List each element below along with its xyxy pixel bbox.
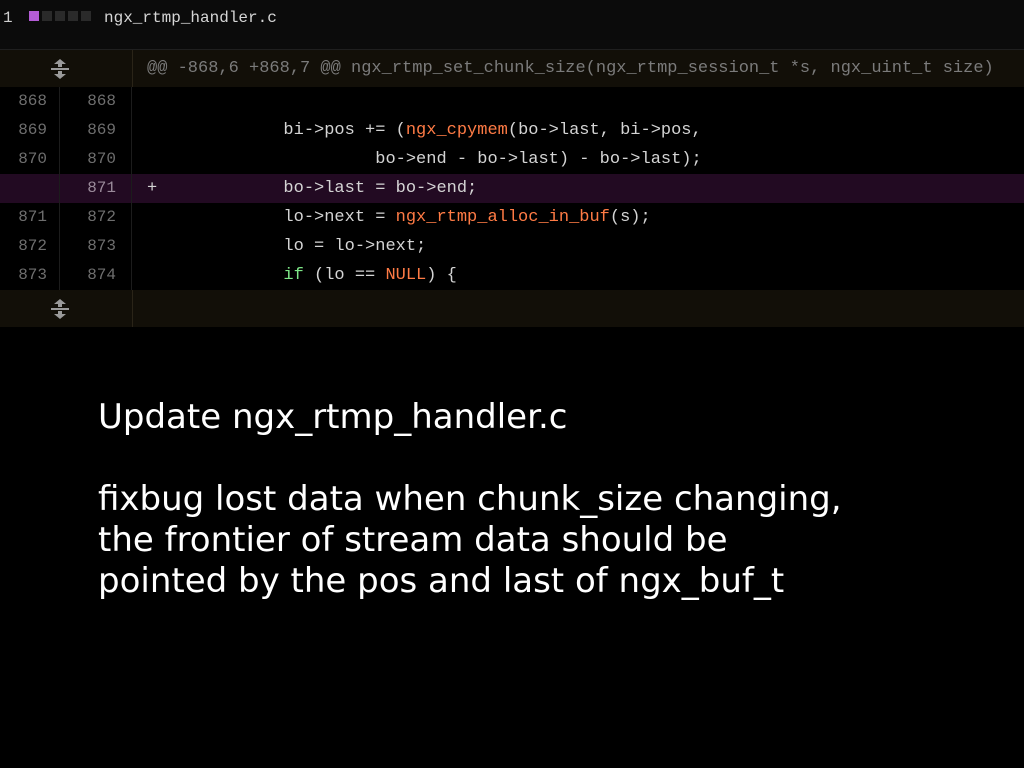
old-line-number[interactable]: 870 [0, 145, 60, 174]
commit-title: Update ngx_rtmp_handler.c [98, 397, 568, 437]
diff-stat-block [42, 11, 52, 21]
diff-line: 870 870 bo->end - bo->last) - bo->last); [0, 145, 1024, 174]
old-line-number[interactable] [0, 174, 60, 203]
commit-message: Update ngx_rtmp_handler.c fixbug lost da… [98, 397, 978, 602]
code-line: + bo->last = bo->end; [133, 174, 1024, 203]
old-line-number[interactable]: 868 [0, 87, 60, 116]
file-count: 1 [3, 9, 13, 27]
hunk-header-text: @@ -868,6 +868,7 @@ ngx_rtmp_set_chunk_s… [147, 59, 994, 78]
commit-body-line: fixbug lost data when chunk_size changin… [98, 479, 842, 519]
code-token: lo = lo->next; [283, 237, 427, 256]
hunk-gutter [0, 290, 133, 327]
code-line: if (lo == NULL) { [133, 261, 1024, 290]
diff-sign [147, 116, 161, 145]
diff-view: @@ -868,6 +868,7 @@ ngx_rtmp_set_chunk_s… [0, 50, 1024, 327]
code-line: lo->next = ngx_rtmp_alloc_in_buf(s); [133, 203, 1024, 232]
file-header: 1 ngx_rtmp_handler.c [0, 0, 1024, 50]
new-line-number[interactable]: 868 [60, 87, 132, 116]
diff-stat-block [55, 11, 65, 21]
code-token: lo->next = [283, 208, 396, 227]
diff-line: 869 869 bi->pos += (ngx_cpymem(bo->last, … [0, 116, 1024, 145]
diff-line: 871 872 lo->next = ngx_rtmp_alloc_in_buf(… [0, 203, 1024, 232]
new-line-number[interactable]: 873 [60, 232, 132, 261]
code-line: bi->pos += (ngx_cpymem(bo->last, bi->pos… [133, 116, 1024, 145]
code-line: bo->end - bo->last) - bo->last); [133, 145, 1024, 174]
code-token: (bo->last, bi->pos, [507, 121, 702, 140]
diff-stat-bar [29, 11, 94, 21]
keyword-token: if [283, 266, 304, 285]
hunk-footer [0, 290, 1024, 327]
new-line-number[interactable]: 872 [60, 203, 132, 232]
diff-sign [147, 145, 161, 174]
diff-sign [147, 203, 161, 232]
expand-icon[interactable] [50, 298, 70, 320]
old-line-number[interactable]: 872 [0, 232, 60, 261]
function-token: ngx_rtmp_alloc_in_buf [395, 208, 610, 227]
diff-line: 872 873 lo = lo->next; [0, 232, 1024, 261]
diff-sign [147, 87, 161, 116]
new-line-number[interactable]: 869 [60, 116, 132, 145]
code-token: bi->pos += ( [283, 121, 406, 140]
code-token: bo->end - bo->last) - bo->last); [375, 150, 702, 169]
hunk-header: @@ -868,6 +868,7 @@ ngx_rtmp_set_chunk_s… [0, 50, 1024, 87]
diff-line: 868 868 [0, 87, 1024, 116]
constant-token: NULL [385, 266, 427, 285]
diff-sign: + [147, 179, 158, 198]
commit-body: fixbug lost data when chunk_size changin… [98, 479, 978, 602]
old-line-number[interactable]: 873 [0, 261, 60, 290]
new-line-number[interactable]: 870 [60, 145, 132, 174]
diff-stat-block [68, 11, 78, 21]
function-token: ngx_cpymem [405, 121, 508, 140]
commit-body-line: the frontier of stream data should be [98, 520, 728, 560]
code-token: ) { [426, 266, 457, 285]
code-token: bo->last = bo->end; [283, 179, 478, 198]
code-token: (lo == [303, 266, 386, 285]
file-name[interactable]: ngx_rtmp_handler.c [104, 9, 277, 27]
diff-line: 873 874 if (lo == NULL) { [0, 261, 1024, 290]
code-token: (s); [609, 208, 651, 227]
diff-stat-block [81, 11, 91, 21]
code-line [133, 87, 1024, 116]
diff-stat-block [29, 11, 39, 21]
old-line-number[interactable]: 869 [0, 116, 60, 145]
commit-body-line: pointed by the pos and last of ngx_buf_t [98, 561, 785, 601]
old-line-number[interactable]: 871 [0, 203, 60, 232]
hunk-gutter [0, 50, 133, 87]
diff-sign [147, 232, 161, 261]
diff-sign [147, 261, 161, 290]
new-line-number[interactable]: 871 [60, 174, 132, 203]
new-line-number[interactable]: 874 [60, 261, 132, 290]
diff-line-added: 871 + bo->last = bo->end; [0, 174, 1024, 203]
code-line: lo = lo->next; [133, 232, 1024, 261]
expand-icon[interactable] [50, 58, 70, 80]
